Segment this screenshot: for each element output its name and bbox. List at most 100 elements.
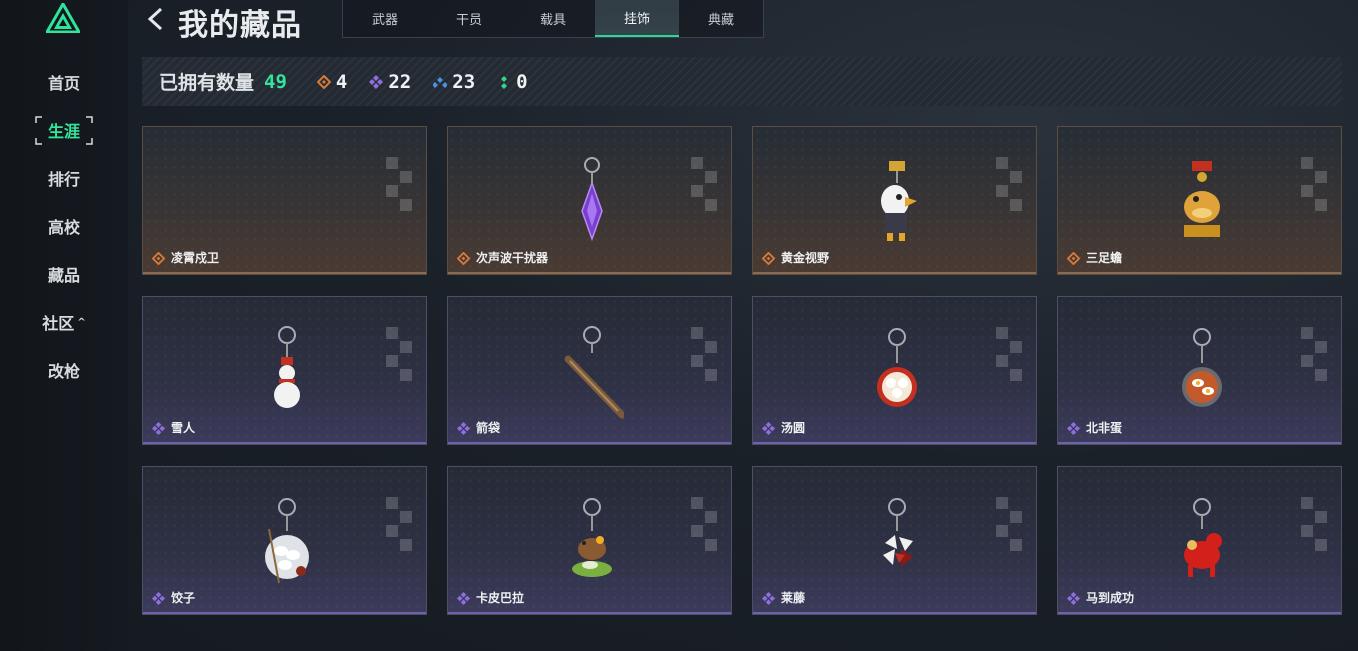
- purple-diamond-icon: [457, 592, 470, 605]
- snowman-charm-icon: [274, 326, 300, 408]
- sidebar-item-college[interactable]: 高校: [0, 202, 128, 250]
- card-deco-icon: [691, 157, 717, 211]
- sidebar-item-community[interactable]: 社区 ^: [0, 298, 128, 346]
- purple-diamond-icon: [152, 592, 165, 605]
- chevron-up-icon: ^: [77, 316, 86, 328]
- sidebar-item-label: 生涯: [47, 122, 80, 141]
- flower-charm-icon: [883, 498, 913, 567]
- rarity-line: [1058, 272, 1341, 274]
- blue-count-value: 23: [452, 70, 476, 93]
- charm-card[interactable]: 卡皮巴拉: [447, 466, 732, 615]
- purple-diamond-icon: [762, 592, 775, 605]
- purple-diamond-icon: [762, 422, 775, 435]
- charm-card[interactable]: 汤圆: [752, 296, 1037, 445]
- crystal-charm-icon: [581, 157, 603, 242]
- sidebar-item-label: 藏品: [47, 266, 80, 285]
- rarity-line: [753, 272, 1036, 274]
- capybara-charm-icon: [572, 498, 612, 577]
- purple-diamond-icon: [369, 74, 384, 89]
- sidebar-item-gunsmith[interactable]: 改枪: [0, 346, 128, 394]
- owned-count-value: 49: [264, 70, 287, 93]
- owned-stats-bar: 已拥有数量 49 4 22 23 0: [142, 57, 1342, 106]
- tab-vehicles[interactable]: 载具: [511, 0, 595, 37]
- card-deco-icon: [1301, 157, 1327, 211]
- sidebar-item-label: 高校: [47, 218, 80, 237]
- shakshuka-charm-icon: [1182, 328, 1222, 407]
- tab-operators[interactable]: 干员: [427, 0, 511, 37]
- charm-card[interactable]: 雪人: [142, 296, 427, 445]
- card-deco-icon: [996, 157, 1022, 211]
- card-deco-icon: [386, 327, 412, 381]
- sidebar: 首页 生涯 排行 高校 藏品 社区 ^ 改枪: [0, 0, 128, 651]
- charm-card[interactable]: 莱藤: [752, 466, 1037, 615]
- sidebar-item-career[interactable]: 生涯: [0, 106, 128, 154]
- eagle-charm-icon: [881, 161, 917, 241]
- charm-name: 莱藤: [781, 591, 806, 605]
- purple-count: 22: [369, 71, 411, 93]
- rarity-line: [448, 612, 731, 614]
- card-deco-icon: [1301, 327, 1327, 381]
- blue-count: 23: [433, 71, 475, 93]
- app-logo-icon[interactable]: [46, 3, 80, 33]
- charm-name: 雪人: [171, 421, 196, 435]
- rarity-line: [1058, 442, 1341, 444]
- card-deco-icon: [996, 497, 1022, 551]
- charm-card[interactable]: 箭袋: [447, 296, 732, 445]
- purple-diamond-icon: [1067, 422, 1080, 435]
- rarity-line: [753, 442, 1036, 444]
- charm-card[interactable]: 次声波干扰器: [447, 126, 732, 275]
- charm-name: 凌霄戍卫: [171, 251, 220, 265]
- charm-name: 卡皮巴拉: [476, 591, 525, 605]
- card-deco-icon: [691, 327, 717, 381]
- charm-name: 饺子: [171, 591, 196, 605]
- orange-count: 4: [316, 70, 348, 93]
- rarity-line: [448, 272, 731, 274]
- charm-name: 箭袋: [476, 421, 501, 435]
- tangyuan-charm-icon: [877, 328, 917, 407]
- orange-diamond-icon: [1067, 252, 1080, 265]
- purple-diamond-icon: [1067, 592, 1080, 605]
- charm-name: 北非蛋: [1086, 421, 1123, 435]
- orange-diamond-icon: [457, 252, 470, 265]
- charm-name: 黄金视野: [781, 251, 830, 265]
- charm-name: 汤圆: [781, 421, 806, 435]
- toad-charm-icon: [1184, 161, 1220, 237]
- quiver-charm-icon: [564, 326, 624, 419]
- card-deco-icon: [691, 497, 717, 551]
- charm-card[interactable]: 三足蟾: [1057, 126, 1342, 275]
- tab-classics[interactable]: 典藏: [679, 0, 763, 37]
- orange-diamond-icon: [152, 252, 165, 265]
- charm-card[interactable]: 饺子: [142, 466, 427, 615]
- charm-name: 三足蟾: [1086, 251, 1123, 265]
- orange-diamond-icon: [762, 252, 775, 265]
- card-deco-icon: [386, 157, 412, 211]
- green-diamond-icon: [501, 75, 508, 89]
- tab-weapons[interactable]: 武器: [343, 0, 427, 37]
- owned-count-label: 已拥有数量: [159, 72, 255, 94]
- card-deco-icon: [1301, 497, 1327, 551]
- charm-card[interactable]: 北非蛋: [1057, 296, 1342, 445]
- tab-charms[interactable]: 挂饰: [595, 0, 679, 37]
- rarity-line: [143, 272, 426, 274]
- rarity-line: [448, 442, 731, 444]
- category-tabs: 武器 干员 载具 挂饰 典藏: [342, 0, 764, 38]
- back-chevron-icon[interactable]: [146, 6, 164, 32]
- sidebar-item-label: 首页: [47, 74, 80, 93]
- sidebar-nav: 首页 生涯 排行 高校 藏品 社区 ^ 改枪: [0, 58, 128, 394]
- green-count-value: 0: [516, 70, 528, 93]
- rarity-line: [753, 612, 1036, 614]
- rarity-line: [1058, 612, 1341, 614]
- sidebar-item-collection[interactable]: 藏品: [0, 250, 128, 298]
- page-title: 我的藏品: [178, 8, 302, 43]
- charm-card[interactable]: 马到成功: [1057, 466, 1342, 615]
- rarity-line: [143, 612, 426, 614]
- purple-diamond-icon: [457, 422, 470, 435]
- orange-count-value: 4: [335, 70, 348, 93]
- charm-card[interactable]: 凌霄戍卫: [142, 126, 427, 275]
- sidebar-item-home[interactable]: 首页: [0, 58, 128, 106]
- sidebar-item-ranking[interactable]: 排行: [0, 154, 128, 202]
- purple-diamond-icon: [152, 422, 165, 435]
- sidebar-item-label: 改枪: [47, 362, 80, 381]
- purple-count-value: 22: [388, 70, 412, 93]
- charm-card[interactable]: 黄金视野: [752, 126, 1037, 275]
